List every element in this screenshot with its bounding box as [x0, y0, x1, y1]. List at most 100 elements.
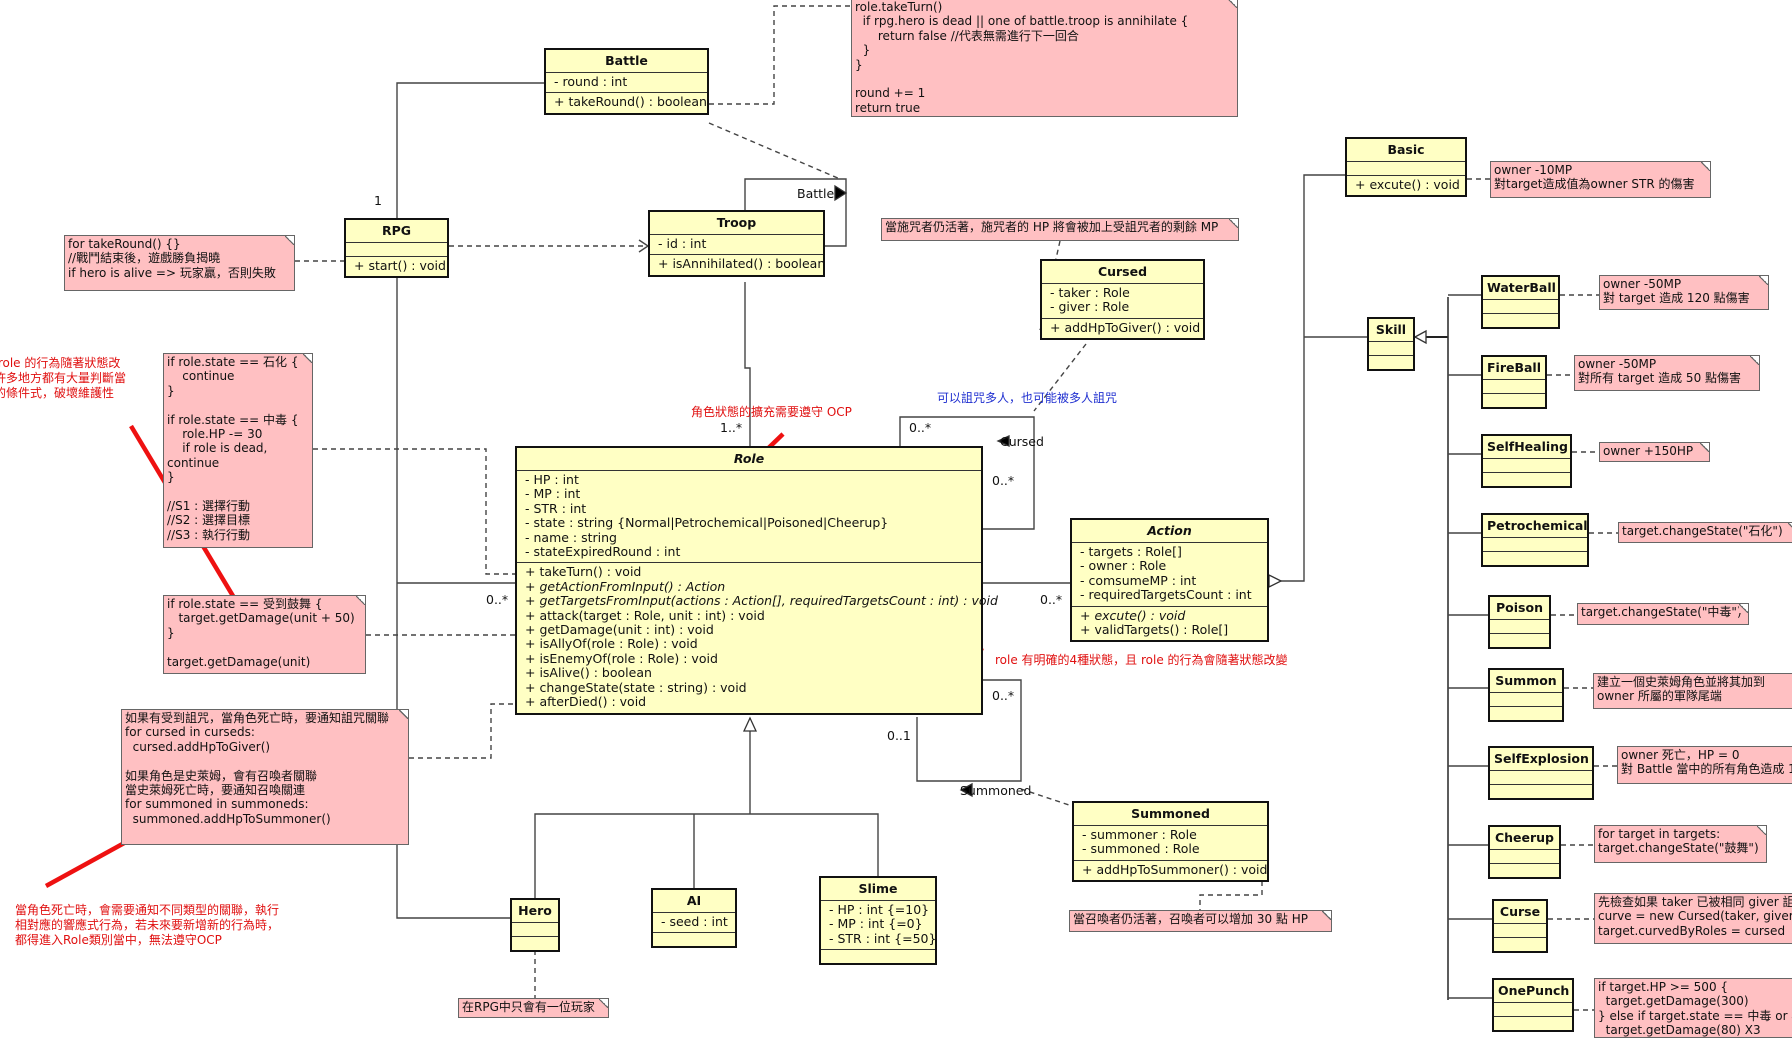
class-name: FireBall: [1483, 357, 1545, 380]
method: + excute() : void: [1355, 177, 1460, 192]
attributes-compartment: [1483, 380, 1545, 394]
attribute: - id : int: [658, 236, 707, 251]
class-name: Summon: [1490, 670, 1562, 693]
method: + validTargets() : Role[]: [1080, 622, 1229, 638]
attributes-compartment: - round : int: [546, 73, 707, 94]
label-cursed-mult-top: 0..*: [909, 420, 932, 435]
attributes-compartment: - HP : int {=10} - MP : int {=0} - STR : i…: [821, 901, 936, 951]
class-name: AI: [653, 890, 735, 913]
attributes-compartment: - summoner : Role - summoned : Role: [1074, 826, 1267, 861]
class-slime[interactable]: Slime - HP : int {=10} - MP : int {=0} - ST…: [819, 876, 937, 966]
note-selfexplosion: owner 死亡，HP = 0 對 Battle 當中的所有角色造成 1: [1617, 746, 1792, 784]
methods-compartment: [1494, 938, 1546, 951]
attributes-compartment: [1490, 771, 1592, 785]
class-name: Cursed: [1042, 261, 1203, 284]
label-cursed-assoc: Cursed: [1000, 434, 1044, 449]
class-name: Basic: [1347, 139, 1465, 162]
methods-compartment: [821, 950, 935, 963]
method: + isEnemyOf(role : Role) : void: [525, 650, 718, 666]
methods-compartment: [1490, 864, 1559, 877]
class-troop[interactable]: Troop - id : int + isAnnihilated() : boole…: [648, 210, 825, 277]
method: + isAnnihilated() : boolean: [658, 256, 826, 272]
attribute: - MP : int: [525, 486, 581, 502]
attribute: - summoner : Role: [1082, 827, 1197, 842]
class-onepunch[interactable]: OnePunch: [1492, 978, 1574, 1032]
attribute: - seed : int: [661, 914, 728, 929]
class-petrochemical[interactable]: Petrochemical: [1481, 513, 1589, 567]
class-name: Poison: [1490, 597, 1549, 620]
class-rpg[interactable]: RPG + start() : void: [344, 218, 449, 279]
note-poison: target.changeState("中毒"): [1577, 603, 1749, 625]
class-action[interactable]: Action - targets : Role[] - owner : Role - …: [1070, 518, 1269, 643]
annotation-four-states: role 有明確的4種狀態，且 role 的行為會隨著狀態改變: [995, 653, 1288, 667]
note-petrochemical: target.changeState("石化"): [1618, 522, 1792, 543]
note-summoned: 當召喚者仍活著，召喚者可以增加 30 點 HP: [1069, 910, 1332, 932]
class-basic[interactable]: Basic + excute() : void: [1345, 137, 1467, 198]
class-poison[interactable]: Poison: [1488, 595, 1551, 649]
class-hero[interactable]: Hero: [510, 898, 560, 952]
class-summoned[interactable]: Summoned - summoner : Role - summoned : Ro…: [1072, 801, 1269, 883]
method: + takeRound() : boolean: [554, 94, 707, 110]
class-curse[interactable]: Curse: [1492, 899, 1548, 953]
class-cheerup[interactable]: Cheerup: [1488, 825, 1561, 879]
attributes-compartment: - HP : int - MP : int - STR : int - state :…: [517, 471, 981, 564]
note-curse: 先檢查如果 taker 已被相同 giver 詛 curve = new Cur…: [1594, 893, 1792, 944]
class-name: Petrochemical: [1483, 515, 1588, 538]
class-name: Battle: [546, 50, 707, 73]
method: + getTargetsFromInput(actions : Action[]…: [525, 593, 998, 609]
note-rpg-start: for takeRound() {} //戰鬥結束後，遊戲勝負揭曉 if her…: [64, 235, 295, 291]
methods-compartment: + excute() : void + validTargets() : Role…: [1072, 607, 1267, 641]
class-skill[interactable]: Skill: [1367, 317, 1415, 371]
class-summon[interactable]: Summon: [1488, 668, 1564, 722]
attribute: - stateExpiredRound : int: [525, 544, 681, 560]
association-battle-rpg: [396, 82, 544, 218]
note-after-died: 如果有受到詛咒，當角色死亡時，要通知詛咒關聯 for cursed in cur…: [121, 709, 409, 845]
annotation-bottom-left: 當角色死亡時，會需要通知不同類型的關聯，執行 相對應的響應式行為，若未來要新增新…: [15, 903, 280, 947]
method: + changeState(state : string) : void: [525, 679, 747, 695]
note-take-round: role.takeTurn() if rpg.hero is dead || o…: [851, 0, 1238, 117]
attributes-compartment: [512, 923, 558, 937]
label-summoned-assoc: Summoned: [960, 783, 1032, 798]
note-onepunch: if target.HP >= 500 { target.getDamage(3…: [1594, 978, 1792, 1038]
attributes-compartment: - taker : Role - giver : Role: [1042, 284, 1203, 319]
attribute: - taker : Role: [1050, 285, 1130, 300]
attribute: - owner : Role: [1080, 558, 1167, 574]
class-name: SelfHealing: [1483, 436, 1570, 459]
class-name: OnePunch: [1494, 980, 1572, 1003]
attribute: - STR : int: [525, 500, 587, 516]
generalization-basic-action: [1269, 174, 1345, 582]
class-name: RPG: [346, 220, 447, 243]
class-name: Slime: [821, 878, 935, 901]
method: + addHpToGiver() : void: [1050, 319, 1201, 335]
methods-compartment: + takeTurn() : void + getActionFromInput(…: [517, 563, 998, 712]
class-name: WaterBall: [1483, 277, 1558, 300]
class-name: SelfExplosion: [1490, 748, 1592, 771]
attributes-compartment: [1490, 693, 1562, 707]
note-link-battle-troop: [708, 122, 841, 180]
method: + start() : void: [354, 258, 446, 273]
attributes-compartment: [1490, 850, 1559, 864]
class-waterball[interactable]: WaterBall: [1481, 275, 1560, 329]
note-summon: 建立一個史萊姆角色並將其加到 owner 所屬的軍隊尾端: [1593, 673, 1792, 709]
methods-compartment: + isAnnihilated() : boolean: [650, 255, 826, 274]
attributes-compartment: [1490, 620, 1549, 634]
class-cursed[interactable]: Cursed - taker : Role - giver : Role + addH…: [1040, 259, 1205, 341]
class-selfexplosion[interactable]: SelfExplosion: [1488, 746, 1594, 800]
method: + isAllyOf(role : Role) : void: [525, 636, 698, 652]
methods-compartment: + addHpToSummoner() : void: [1074, 861, 1267, 880]
note-take-turn: if role.state == 石化 { continue } if role…: [163, 353, 313, 548]
note-basic: owner -10MP 對target造成值為owner STR 的傷害: [1490, 161, 1711, 198]
methods-compartment: [1483, 394, 1545, 407]
attributes-compartment: [1483, 538, 1587, 552]
class-battle[interactable]: Battle - round : int + takeRound() : boole…: [544, 48, 709, 115]
class-name: Action: [1072, 520, 1267, 543]
note-waterball: owner -50MP 對 target 造成 120 點傷害: [1599, 275, 1769, 310]
class-fireball[interactable]: FireBall: [1481, 355, 1547, 409]
class-role[interactable]: Role - HP : int - MP : int - STR : int - sta…: [515, 446, 998, 715]
attribute: - state : string {Normal|Petrochemical|P…: [525, 515, 889, 531]
class-selfhealing[interactable]: SelfHealing: [1481, 434, 1572, 488]
class-name: Troop: [650, 212, 823, 235]
attributes-compartment: [1483, 300, 1558, 314]
methods-compartment: + addHpToGiver() : void: [1042, 319, 1203, 338]
class-ai[interactable]: AI - seed : int: [651, 888, 737, 949]
